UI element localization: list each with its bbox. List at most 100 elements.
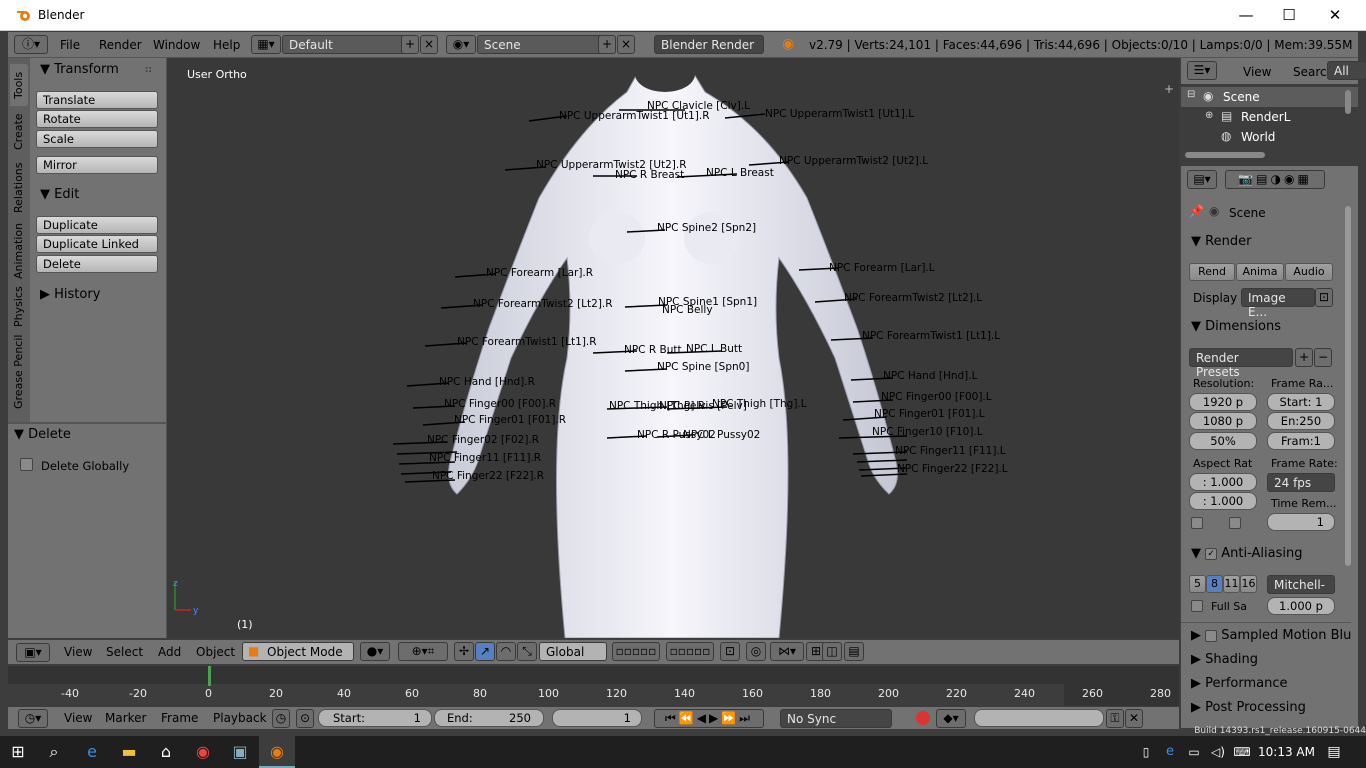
playback-controls[interactable]: ⏮⏪◀▶⏩⏭	[654, 709, 764, 728]
frame-rate-select[interactable]: 24 fps	[1267, 473, 1335, 492]
translate-manipulator-icon[interactable]: ↗	[475, 642, 495, 661]
minimize-button[interactable]: —	[1223, 0, 1269, 31]
file-explorer-icon[interactable]: ▬	[111, 736, 147, 768]
operator-panel-header[interactable]: ▼ Delete	[14, 427, 71, 442]
scene-field[interactable]: Scene	[477, 35, 605, 54]
properties-context-tabs[interactable]: 📷▤◑◉▦	[1225, 170, 1325, 189]
photos-icon[interactable]: ▣	[222, 736, 258, 768]
timeline-area[interactable]	[8, 666, 1179, 706]
add-layout-icon[interactable]: +	[401, 35, 419, 54]
delete-button[interactable]: Delete	[36, 255, 158, 273]
menu-window[interactable]: Window	[153, 38, 200, 52]
end-frame-field[interactable]: End: 250	[434, 709, 544, 727]
remove-layout-icon[interactable]: ×	[420, 35, 438, 54]
aa-sample-5[interactable]: 5	[1189, 575, 1206, 593]
action-center-icon[interactable]: ▤	[1316, 736, 1352, 768]
add-scene-icon[interactable]: +	[598, 35, 616, 54]
remove-scene-icon[interactable]: ×	[617, 35, 635, 54]
scale-button[interactable]: Scale	[36, 130, 158, 148]
menu-object[interactable]: Object	[196, 645, 235, 659]
aa-sample-16[interactable]: 16	[1240, 575, 1257, 593]
outliner-vscrollbar[interactable]	[1345, 90, 1351, 114]
time-remap-field[interactable]: 1	[1267, 513, 1335, 531]
outliner-editor-icon[interactable]: ☰▾	[1187, 61, 1217, 80]
shading-panel-header[interactable]: ▶ Shading	[1191, 652, 1258, 667]
aa-sample-8[interactable]: 8	[1206, 575, 1223, 593]
snap-icon[interactable]: ⋈▾	[770, 642, 804, 661]
viewport-expand-icon[interactable]: +	[1164, 82, 1174, 96]
display-select[interactable]: Image E...	[1241, 288, 1315, 319]
transform-orientation-select[interactable]: Global	[539, 642, 607, 661]
performance-panel-header[interactable]: ▶ Performance	[1191, 676, 1288, 691]
keying-icon[interactable]: ⊙	[296, 709, 314, 728]
transform-panel-header[interactable]: ▼ Transform	[40, 62, 119, 77]
tl-menu-frame[interactable]: Frame	[161, 711, 198, 725]
aa-sample-11[interactable]: 11	[1223, 575, 1240, 593]
manipulator-toggle-icon[interactable]: ✢	[454, 642, 474, 661]
pin-icon[interactable]: 📌	[1189, 204, 1204, 218]
menu-render[interactable]: Render	[99, 38, 142, 52]
delete-keyframe-icon[interactable]: ✕	[1125, 709, 1143, 728]
screen-layout-field[interactable]: Default	[282, 35, 408, 54]
keying-set-field[interactable]	[974, 709, 1104, 727]
screen-layout-icon[interactable]: ▦▾	[251, 35, 281, 54]
keyframe-type-icon[interactable]: ◆▾	[936, 709, 966, 728]
history-panel-header[interactable]: ▶ History	[40, 287, 100, 302]
info-editor-type-icon[interactable]: ⓘ▾	[14, 35, 48, 54]
tab-physics[interactable]: Physics	[10, 284, 28, 330]
tl-menu-playback[interactable]: Playback	[213, 711, 267, 725]
timeline-cursor[interactable]	[208, 666, 211, 686]
remove-preset-icon[interactable]: −	[1314, 348, 1332, 367]
outliner-hscrollbar[interactable]	[1185, 152, 1265, 158]
render-animation-button[interactable]: Anima	[1236, 263, 1284, 281]
menu-add[interactable]: Add	[158, 645, 181, 659]
post-processing-panel-header[interactable]: ▶ Post Processing	[1191, 700, 1306, 715]
insert-keyframe-icon[interactable]: ⚿	[1106, 709, 1124, 728]
frame-step-field[interactable]: Fram:1	[1267, 432, 1335, 450]
tab-tools[interactable]: Tools	[10, 64, 28, 106]
outliner-menu-view[interactable]: View	[1243, 65, 1271, 79]
maximize-button[interactable]: ☐	[1266, 0, 1312, 31]
auto-key-record-icon[interactable]	[916, 711, 930, 725]
properties-scrollbar[interactable]	[1345, 206, 1351, 566]
menu-file[interactable]: File	[60, 38, 80, 52]
proportional-edit-icon[interactable]: ◎	[746, 642, 766, 661]
edit-panel-header[interactable]: ▼ Edit	[40, 187, 79, 202]
frame-end-field[interactable]: En:250	[1267, 412, 1335, 430]
search-icon[interactable]: ⌕	[36, 736, 72, 768]
layers-grid-b[interactable]: ▫▫▫▫▫	[666, 642, 714, 661]
resolution-percent-field[interactable]: 50%	[1189, 432, 1257, 450]
duplicate-button[interactable]: Duplicate	[36, 216, 158, 234]
tab-create[interactable]: Create	[10, 108, 28, 156]
tab-animation[interactable]: Animation	[10, 220, 28, 282]
frame-start-field[interactable]: Start: 1	[1267, 393, 1335, 411]
scale-manipulator-icon[interactable]: ⤡	[517, 642, 537, 661]
crop-checkbox[interactable]	[1229, 517, 1241, 529]
properties-editor-icon[interactable]: ▤▾	[1187, 170, 1217, 189]
pivot-icon[interactable]: ⊕▾⌗	[398, 642, 448, 661]
render-panel-header[interactable]: ▼ Render	[1191, 234, 1251, 249]
outliner-renderlayers-label[interactable]: RenderL	[1241, 110, 1290, 124]
filter-size-field[interactable]: 1.000 p	[1267, 597, 1335, 615]
lock-layers-icon[interactable]: ⊡	[720, 642, 740, 661]
tl-menu-view[interactable]: View	[64, 711, 92, 725]
tl-menu-marker[interactable]: Marker	[105, 711, 146, 725]
rotate-manipulator-icon[interactable]: ◠	[496, 642, 516, 661]
render-engine-select[interactable]: Blender Render	[654, 35, 764, 54]
duplicate-linked-button[interactable]: Duplicate Linked	[36, 235, 158, 253]
motion-blur-panel-header[interactable]: ▶ Sampled Motion Blur	[1191, 628, 1351, 643]
tab-relations[interactable]: Relations	[10, 158, 28, 218]
menu-help[interactable]: Help	[213, 38, 240, 52]
aspect-y-field[interactable]: : 1.000	[1189, 492, 1257, 510]
collapse-icon[interactable]: ⊟	[1187, 89, 1195, 100]
menu-select[interactable]: Select	[106, 645, 143, 659]
aspect-x-field[interactable]: : 1.000	[1189, 473, 1257, 491]
outliner-filter-select[interactable]: All Sc	[1327, 61, 1366, 80]
blender-taskbar-icon[interactable]: ◉	[259, 736, 295, 768]
tray-keyboard-icon[interactable]: ⌨	[1224, 736, 1260, 768]
start-icon[interactable]: ⊞	[0, 736, 36, 768]
dimensions-panel-header[interactable]: ▼ Dimensions	[1191, 319, 1281, 334]
resolution-y-field[interactable]: 1080 p	[1189, 412, 1257, 430]
translate-button[interactable]: Translate	[36, 91, 158, 109]
timeline-scrub-band[interactable]	[8, 666, 1179, 684]
